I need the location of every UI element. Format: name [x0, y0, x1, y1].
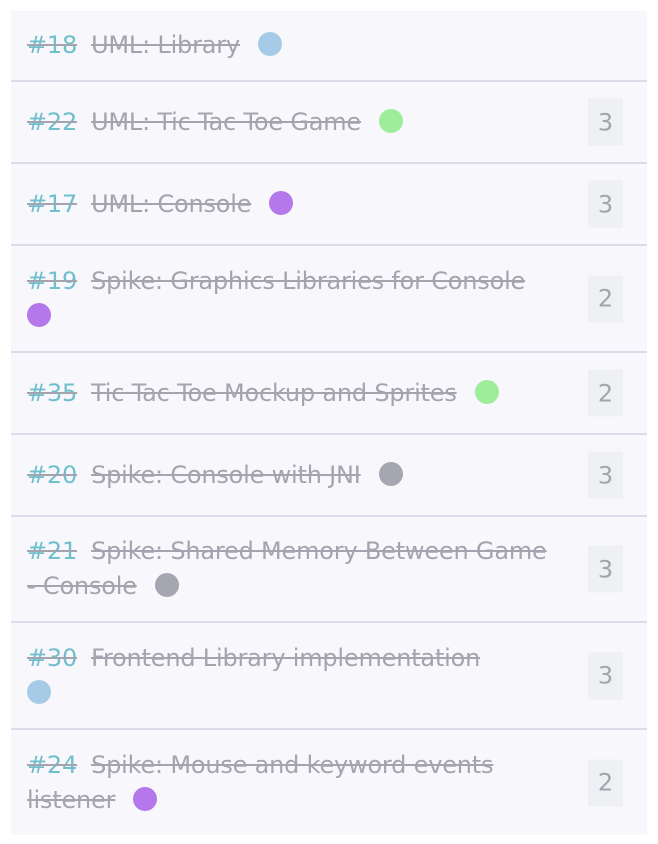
label-dot	[133, 786, 158, 811]
story-points-badge: 2	[588, 275, 623, 322]
issue-number[interactable]: #21	[27, 537, 77, 565]
issue-title[interactable]: Spike: Console with JNI	[91, 461, 361, 489]
label-dot	[378, 108, 403, 133]
issue-number[interactable]: #20	[27, 461, 77, 489]
issue-number[interactable]: #30	[27, 644, 77, 672]
issue-title[interactable]: UML: Library	[91, 31, 240, 59]
issue-row[interactable]: #20 Spike: Console with JNI 3	[11, 435, 647, 517]
issue-title-line: #22 UML: Tic Tac Toe Game	[27, 105, 403, 140]
label-dot	[269, 190, 294, 215]
issue-number[interactable]: #35	[27, 379, 77, 407]
story-points-badge: 3	[588, 451, 623, 499]
issue-title-line: #35 Tic Tac Toe Mockup and Sprites	[27, 376, 499, 411]
label-dot	[474, 379, 499, 404]
issue-row[interactable]: #24 Spike: Mouse and keyword events liste…	[11, 730, 647, 835]
story-points-badge: 3	[588, 180, 623, 228]
issue-number[interactable]: #24	[27, 751, 77, 779]
issue-row[interactable]: #17 UML: Console 3	[11, 164, 647, 246]
issue-title-line: #19 Spike: Graphics Libraries for Console	[27, 264, 525, 334]
issue-number[interactable]: #18	[27, 31, 77, 59]
story-points-badge: 2	[588, 759, 623, 806]
issue-title[interactable]: Spike: Mouse and keyword events listener	[27, 751, 493, 814]
issue-title-line: #21 Spike: Shared Memory Between Game - C…	[27, 534, 557, 604]
issue-title-line: #24 Spike: Mouse and keyword events liste…	[27, 748, 557, 818]
issue-row[interactable]: #35 Tic Tac Toe Mockup and Sprites 2	[11, 353, 647, 435]
issue-number[interactable]: #17	[27, 190, 77, 218]
issue-row[interactable]: #18 UML: Library	[11, 11, 647, 82]
label-dot	[378, 461, 403, 486]
story-points-badge: 3	[588, 545, 623, 593]
issue-row[interactable]: #21 Spike: Shared Memory Between Game - C…	[11, 517, 647, 623]
story-points-badge: 2	[588, 369, 623, 417]
issue-title-line: #17 UML: Console	[27, 187, 294, 222]
issue-title-line: #18 UML: Library	[27, 28, 282, 63]
issue-row[interactable]: #30 Frontend Library implementation 3	[11, 623, 647, 730]
label-dot	[154, 573, 179, 597]
issue-number[interactable]: #22	[27, 108, 77, 136]
label-dot	[257, 32, 282, 56]
issue-title[interactable]: Frontend Library implementation	[91, 644, 480, 672]
issue-title[interactable]: Spike: Shared Memory Between Game - Cons…	[27, 537, 547, 600]
story-points-badge: 3	[588, 98, 623, 146]
label-dot	[27, 679, 51, 704]
issue-title[interactable]: Spike: Graphics Libraries for Console	[91, 267, 525, 295]
story-points-badge: 3	[588, 652, 623, 699]
issue-list: #18 UML: Library #22 UML: Tic Tac Toe Game…	[11, 11, 647, 835]
issue-row[interactable]: #19 Spike: Graphics Libraries for Console…	[11, 246, 647, 353]
issue-title[interactable]: UML: Console	[91, 190, 251, 218]
issue-title-line: #20 Spike: Console with JNI	[27, 458, 403, 493]
issue-title-line: #30 Frontend Library implementation	[27, 641, 480, 711]
issue-title[interactable]: Tic Tac Toe Mockup and Sprites	[91, 379, 457, 407]
label-dot	[27, 302, 51, 327]
issue-number[interactable]: #19	[27, 267, 77, 295]
issue-row[interactable]: #22 UML: Tic Tac Toe Game 3	[11, 82, 647, 164]
issue-title[interactable]: UML: Tic Tac Toe Game	[91, 108, 361, 136]
